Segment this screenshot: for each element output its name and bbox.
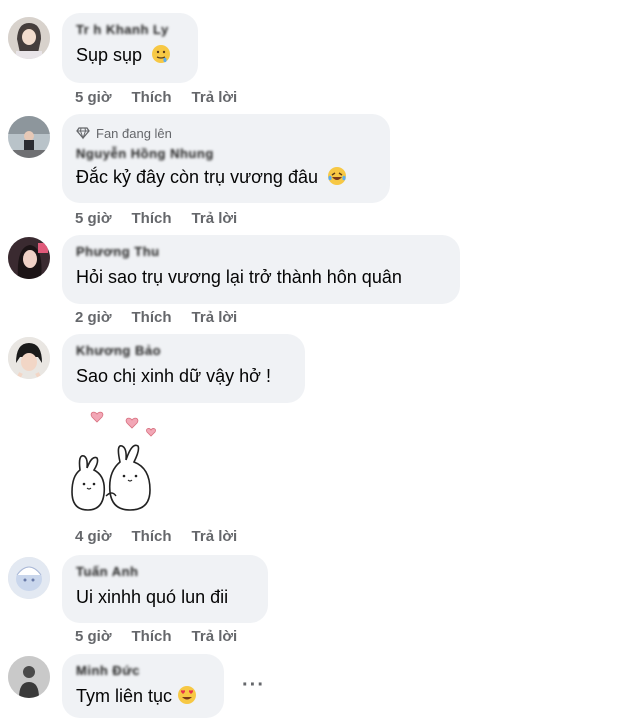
badge-label: Fan đang lên — [96, 125, 172, 141]
comment-bubble: Phương Thu Hỏi sao trụ vương lại trở thà… — [62, 235, 460, 304]
reply-button[interactable]: Trả lời — [192, 210, 238, 227]
timestamp[interactable]: 5 giờ — [75, 210, 112, 227]
author-name[interactable]: Tuấn Anh — [76, 564, 254, 580]
reply-button[interactable]: Trả lời — [192, 528, 238, 545]
like-button[interactable]: Thích — [132, 89, 172, 106]
more-options-icon[interactable]: ··· — [242, 674, 265, 697]
timestamp[interactable]: 5 giờ — [75, 628, 112, 645]
author-name[interactable]: Minh Đức — [76, 663, 210, 679]
comment-text: Đắc kỷ đây còn trụ vương đâu — [76, 167, 318, 187]
avatar[interactable] — [8, 237, 50, 279]
author-name[interactable]: Tr h Khanh Ly — [76, 22, 184, 38]
reply-button[interactable]: Trả lời — [192, 309, 238, 326]
comment-bubble: Tuấn Anh Ui xinhh quó lun đii — [62, 555, 268, 623]
diamond-icon — [76, 127, 90, 140]
fan-badge: Fan đang lên — [76, 124, 376, 142]
reply-button[interactable]: Trả lời — [192, 628, 238, 645]
comment-text: Tym liên tục — [76, 686, 173, 706]
comment-bubble: Khương Bảo Sao chị xinh dữ vậy hở ! — [62, 334, 305, 403]
comment-actions: 2 giờ Thích Trả lời — [75, 309, 237, 326]
comment-text: Sụp sụp — [76, 45, 143, 65]
comment-actions: 4 giờ Thích Trả lời — [75, 528, 237, 545]
avatar[interactable] — [8, 337, 50, 379]
comment-text: Hỏi sao trụ vương lại trở thành hôn quân — [76, 267, 402, 287]
comment-actions: 5 giờ Thích Trả lời — [75, 628, 237, 645]
author-name[interactable]: Nguyễn Hồng Nhung — [76, 146, 376, 162]
comment-bubble: Tr h Khanh Ly Sụp sụp — [62, 13, 198, 83]
reply-button[interactable]: Trả lời — [192, 89, 238, 106]
comment-actions: 5 giờ Thích Trả lời — [75, 89, 237, 106]
timestamp[interactable]: 2 giờ — [75, 309, 112, 326]
avatar[interactable] — [8, 557, 50, 599]
sticker-bunnies-hearts[interactable] — [66, 410, 166, 518]
avatar[interactable] — [8, 116, 50, 158]
drooling-face-icon — [152, 45, 171, 63]
comment-bubble: Fan đang lên Nguyễn Hồng Nhung Đắc kỷ đâ… — [62, 114, 390, 203]
author-name[interactable]: Phương Thu — [76, 244, 446, 260]
rolling-laughing-icon — [328, 167, 346, 185]
comment-text: Sao chị xinh dữ vậy hở ! — [76, 366, 271, 386]
avatar[interactable] — [8, 17, 50, 59]
heart-eyes-icon — [178, 686, 197, 704]
like-button[interactable]: Thích — [132, 628, 172, 645]
comment-bubble: Minh Đức Tym liên tục — [62, 654, 224, 718]
like-button[interactable]: Thích — [132, 210, 172, 227]
timestamp[interactable]: 4 giờ — [75, 528, 112, 545]
like-button[interactable]: Thích — [132, 528, 172, 545]
comment-actions: 5 giờ Thích Trả lời — [75, 210, 237, 227]
author-name[interactable]: Khương Bảo — [76, 343, 291, 359]
comment-text: Ui xinhh quó lun đii — [76, 587, 229, 607]
like-button[interactable]: Thích — [132, 309, 172, 326]
avatar[interactable] — [8, 656, 50, 698]
timestamp[interactable]: 5 giờ — [75, 89, 112, 106]
